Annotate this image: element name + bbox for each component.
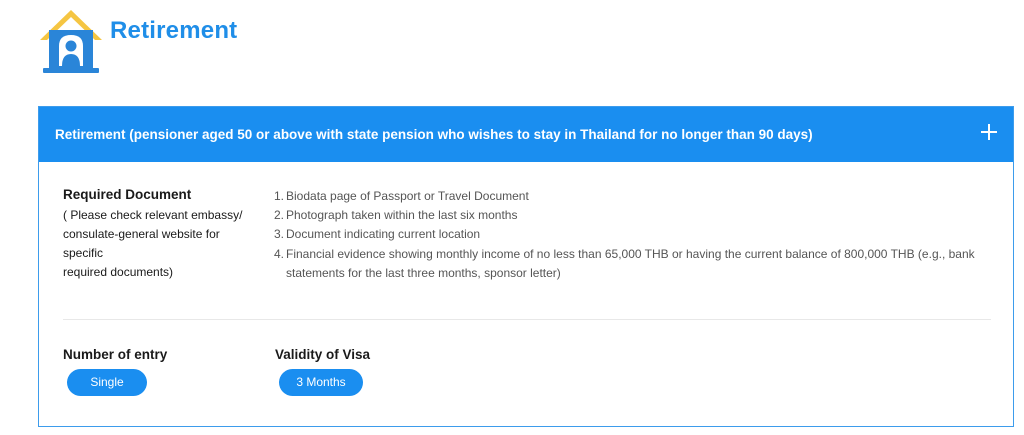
visa-accordion: Retirement (pensioner aged 50 or above w… <box>38 106 1014 427</box>
section-divider <box>63 319 991 320</box>
validity-of-visa-badge: 3 Months <box>279 369 363 396</box>
required-document-heading: Required Document <box>63 187 192 202</box>
accordion-title: Retirement (pensioner aged 50 or above w… <box>55 127 813 142</box>
list-item-number: 1. <box>274 189 285 203</box>
retirement-house-person-icon <box>40 10 102 73</box>
page: Retirement Retirement (pensioner aged 50… <box>0 0 1024 435</box>
required-document-list: 1. Biodata page of Passport or Travel Do… <box>274 187 994 283</box>
list-item: 1. Biodata page of Passport or Travel Do… <box>274 187 994 206</box>
validity-of-visa-block: Validity of Visa 3 Months <box>275 347 370 396</box>
number-of-entry-badge: Single <box>67 369 147 396</box>
page-title: Retirement <box>110 17 238 44</box>
list-item-number: 4. <box>274 246 285 261</box>
list-item: 3. Document indicating current location <box>274 225 994 244</box>
validity-of-visa-label: Validity of Visa <box>275 347 371 362</box>
list-item: 2. Photograph taken within the last six … <box>274 206 994 225</box>
list-item-text: Biodata page of Passport or Travel Docum… <box>286 189 529 203</box>
list-item-number: 3. <box>274 227 285 242</box>
number-of-entry-label: Number of entry <box>63 347 168 362</box>
required-document-note: ( Please check relevant embassy/ consula… <box>63 208 243 279</box>
plus-icon[interactable] <box>980 123 998 141</box>
number-of-entry-block: Number of entry Single <box>63 347 167 396</box>
list-item-text: Photograph taken within the last six mon… <box>286 208 518 223</box>
list-item-number: 2. <box>274 208 285 223</box>
list-item: 4. Financial evidence showing monthly in… <box>274 245 994 283</box>
accordion-header[interactable]: Retirement (pensioner aged 50 or above w… <box>39 107 1013 162</box>
required-document-label: Required Document ( Please check relevan… <box>63 187 253 282</box>
list-item-text: Financial evidence showing monthly incom… <box>286 246 975 280</box>
page-header: Retirement <box>38 8 237 76</box>
list-item-text: Document indicating current location <box>286 227 481 242</box>
